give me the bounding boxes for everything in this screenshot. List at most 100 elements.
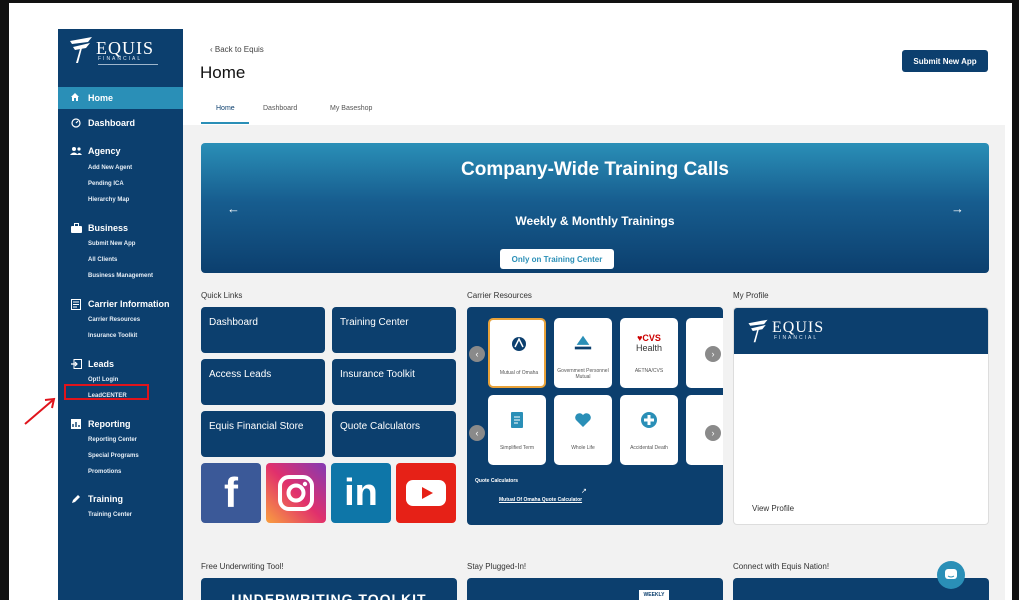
back-link[interactable]: ‹ Back to Equis: [210, 45, 264, 54]
chat-bubble-icon: [945, 569, 957, 579]
sidebar-item-home[interactable]: Home: [58, 87, 183, 109]
chevron-right-icon[interactable]: ›: [705, 346, 721, 362]
active-tab-indicator: [201, 122, 249, 124]
sidebar-subitem-opt-login[interactable]: Opt! Login: [88, 377, 118, 383]
sidebar-item-leads[interactable]: Leads: [70, 358, 114, 370]
carrier-card-label: Simplified Term: [499, 445, 535, 451]
carrier-card-accidental-death[interactable]: Accidental Death: [620, 395, 678, 465]
sidebar-subitem-insurance-toolkit[interactable]: Insurance Toolkit: [88, 333, 137, 339]
quick-link-insurance-toolkit[interactable]: Insurance Toolkit: [332, 359, 456, 405]
sidebar-item-label: Reporting: [88, 419, 131, 429]
carrier-card-label: Mutual of Omaha: [499, 370, 539, 376]
sidebar-item-label: Home: [88, 93, 114, 103]
sidebar-subitem-add-new-agent[interactable]: Add New Agent: [88, 165, 132, 171]
carrier-card-label: Whole Life: [571, 445, 595, 451]
facebook-icon[interactable]: f: [201, 463, 261, 523]
sidebar-item-agency[interactable]: Agency: [70, 145, 121, 157]
sidebar: EQUIS FINANCIAL Home Dashboard Agency Ad…: [58, 29, 183, 600]
sidebar-subitem-promotions[interactable]: Promotions: [88, 469, 121, 475]
screenshot-frame: EQUIS FINANCIAL Home Dashboard Agency Ad…: [0, 0, 1019, 600]
sidebar-subitem-training-center[interactable]: Training Center: [88, 512, 132, 518]
arrow-right-icon[interactable]: →: [951, 201, 964, 216]
linkedin-icon[interactable]: in: [331, 463, 391, 523]
training-center-button[interactable]: Only on Training Center: [500, 249, 614, 269]
underwriting-toolkit-card[interactable]: UNDERWRITING TOOLKIT: [201, 578, 457, 600]
sidebar-subitem-submit-new-app[interactable]: Submit New App: [88, 241, 135, 247]
profile-logo-sub: FINANCIAL: [774, 335, 819, 341]
highlight-box: [64, 384, 149, 400]
view-profile-link[interactable]: View Profile: [752, 504, 794, 513]
quote-calculators-heading: Quote Calculators: [475, 478, 519, 484]
sidebar-subitem-carrier-resources[interactable]: Carrier Resources: [88, 317, 140, 323]
page-title: Home: [200, 63, 246, 82]
sidebar-item-dashboard[interactable]: Dashboard: [70, 117, 135, 129]
quick-link-access-leads[interactable]: Access Leads: [201, 359, 325, 405]
carrier-resources-label: Carrier Resources: [467, 291, 532, 300]
carrier-card-label: Government Personnel Mutual: [557, 368, 609, 380]
equis-logo[interactable]: EQUIS FINANCIAL: [68, 35, 158, 69]
carrier-card-label: Accidental Death: [630, 445, 668, 451]
carrier-card-aetna-cvs[interactable]: ♥CVS Health AETNA/CVS: [620, 318, 678, 388]
carrier-card-mutual-of-omaha[interactable]: Mutual of Omaha: [488, 318, 546, 388]
carrier-card-gpm[interactable]: Government Personnel Mutual: [554, 318, 612, 388]
stay-plugged-in-card[interactable]: WEEKLY: [467, 578, 723, 600]
quick-link-equis-store[interactable]: Equis Financial Store: [201, 411, 325, 457]
chevron-left-icon[interactable]: ‹: [469, 346, 485, 362]
weekly-badge: WEEKLY: [639, 590, 669, 600]
sidebar-subitem-hierarchy-map[interactable]: Hierarchy Map: [88, 197, 129, 203]
omaha-quote-calculator-link[interactable]: Mutual Of Omaha Quote Calculator: [499, 497, 582, 503]
main-content: ‹ Back to Equis Home Submit New App Home…: [183, 29, 1005, 600]
carrier-card-whole-life[interactable]: Whole Life: [554, 395, 612, 465]
quick-links-label: Quick Links: [201, 291, 243, 300]
logo-sub: FINANCIAL: [98, 56, 143, 62]
document-icon: [507, 409, 527, 431]
sidebar-item-label: Carrier Information: [88, 299, 170, 309]
sidebar-item-label: Business: [88, 223, 129, 233]
equis-nation-label: Connect with Equis Nation!: [733, 562, 830, 571]
tab-home[interactable]: Home: [216, 105, 235, 112]
document-icon: [70, 298, 82, 310]
sidebar-item-reporting[interactable]: Reporting: [70, 418, 131, 430]
arrow-left-icon[interactable]: ←: [227, 201, 240, 216]
external-link-icon[interactable]: ↗: [581, 487, 587, 495]
sidebar-subitem-all-clients[interactable]: All Clients: [88, 257, 117, 263]
back-link-label: Back to Equis: [214, 45, 264, 54]
submit-new-app-button[interactable]: Submit New App: [902, 50, 988, 72]
tab-dashboard[interactable]: Dashboard: [263, 105, 297, 112]
carrier-card-simplified-term[interactable]: Simplified Term: [488, 395, 546, 465]
instagram-icon[interactable]: [266, 463, 326, 523]
sidebar-subitem-reporting-center[interactable]: Reporting Center: [88, 437, 137, 443]
quick-link-quote-calculators[interactable]: Quote Calculators: [332, 411, 456, 457]
chat-launcher[interactable]: [937, 561, 965, 589]
quick-link-training-center[interactable]: Training Center: [332, 307, 456, 353]
users-icon: [70, 145, 82, 157]
equis-wings-icon: [748, 319, 768, 343]
sidebar-item-training[interactable]: Training: [70, 493, 123, 505]
sidebar-subitem-pending-ica[interactable]: Pending ICA: [88, 181, 124, 187]
sidebar-subitem-special-programs[interactable]: Special Programs: [88, 453, 139, 459]
youtube-icon[interactable]: [396, 463, 456, 523]
tab-my-baseshop[interactable]: My Baseshop: [330, 105, 372, 112]
sidebar-subitem-business-management[interactable]: Business Management: [88, 273, 153, 279]
quick-link-dashboard[interactable]: Dashboard: [201, 307, 325, 353]
chevron-right-icon[interactable]: ›: [705, 425, 721, 441]
my-profile-card: EQUIS FINANCIAL View Profile: [733, 307, 989, 525]
chevron-left-icon[interactable]: ‹: [469, 425, 485, 441]
home-icon: [70, 92, 82, 104]
logo-rule: [98, 64, 158, 65]
annotation-arrow-icon: [24, 397, 56, 425]
heart-shield-icon: [573, 409, 593, 431]
pencil-icon: [70, 493, 82, 505]
plugged-in-label: Stay Plugged-In!: [467, 562, 527, 571]
briefcase-icon: [70, 222, 82, 234]
frame-edge: [1012, 3, 1016, 600]
gauge-icon: [70, 117, 82, 129]
sidebar-item-carrier-information[interactable]: Carrier Information: [70, 298, 170, 310]
cvs-brand-text: CVS: [642, 332, 661, 343]
cvs-health-logo-icon: ♥CVS Health: [626, 332, 672, 354]
carrier-card-label: AETNA/CVS: [634, 368, 664, 374]
my-profile-label: My Profile: [733, 291, 769, 300]
sidebar-item-label: Dashboard: [88, 118, 136, 128]
sidebar-item-business[interactable]: Business: [70, 222, 128, 234]
training-banner: Company-Wide Training Calls Weekly & Mon…: [201, 143, 989, 273]
